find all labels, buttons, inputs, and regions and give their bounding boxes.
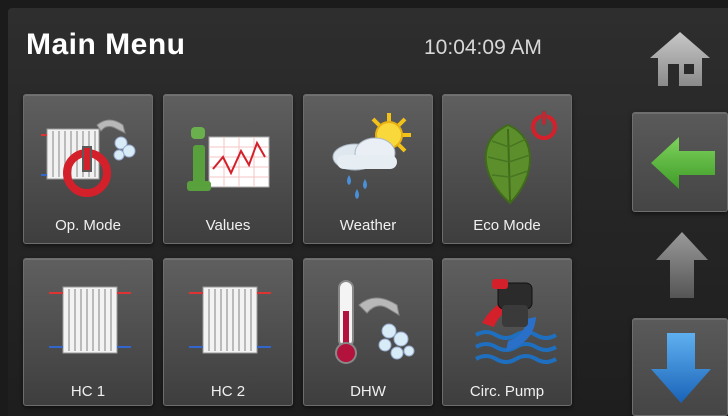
radiator-power-icon bbox=[41, 119, 136, 197]
home-icon bbox=[650, 32, 710, 86]
tile-label: Weather bbox=[339, 217, 397, 234]
weather-icon bbox=[332, 113, 411, 199]
tile-hc1[interactable]: HC 1 bbox=[23, 258, 153, 406]
up-button[interactable] bbox=[656, 232, 708, 298]
eco-leaf-icon bbox=[484, 110, 557, 205]
tile-op-mode[interactable]: Op. Mode bbox=[23, 94, 153, 244]
radiator-icon bbox=[49, 286, 131, 354]
hot-water-icon bbox=[335, 280, 415, 364]
down-button[interactable] bbox=[632, 318, 728, 416]
tile-label: HC 1 bbox=[70, 383, 106, 400]
circulation-pump-icon bbox=[474, 279, 558, 364]
tile-label: HC 2 bbox=[210, 383, 246, 400]
tile-label: DHW bbox=[350, 383, 386, 400]
tile-label: Circ. Pump bbox=[469, 383, 545, 400]
down-arrow-icon bbox=[651, 333, 711, 403]
clock: 10:04:09 AM bbox=[424, 36, 542, 59]
back-button[interactable] bbox=[632, 112, 728, 212]
tile-dhw[interactable]: DHW bbox=[303, 258, 433, 406]
tile-weather[interactable]: Weather bbox=[303, 94, 433, 244]
page-title: Main Menu bbox=[26, 28, 186, 61]
home-button[interactable] bbox=[648, 28, 712, 90]
back-arrow-icon bbox=[651, 137, 715, 189]
tile-label: Values bbox=[205, 217, 251, 234]
tile-values[interactable]: Values bbox=[163, 94, 293, 244]
tile-circ-pump[interactable]: Circ. Pump bbox=[442, 258, 572, 406]
up-arrow-icon bbox=[656, 232, 708, 298]
radiator-icon bbox=[189, 286, 271, 354]
tile-eco-mode[interactable]: Eco Mode bbox=[442, 94, 572, 244]
tile-label: Eco Mode bbox=[473, 217, 541, 234]
values-chart-icon bbox=[187, 127, 270, 191]
tile-label: Op. Mode bbox=[55, 217, 121, 234]
tile-hc2[interactable]: HC 2 bbox=[163, 258, 293, 406]
